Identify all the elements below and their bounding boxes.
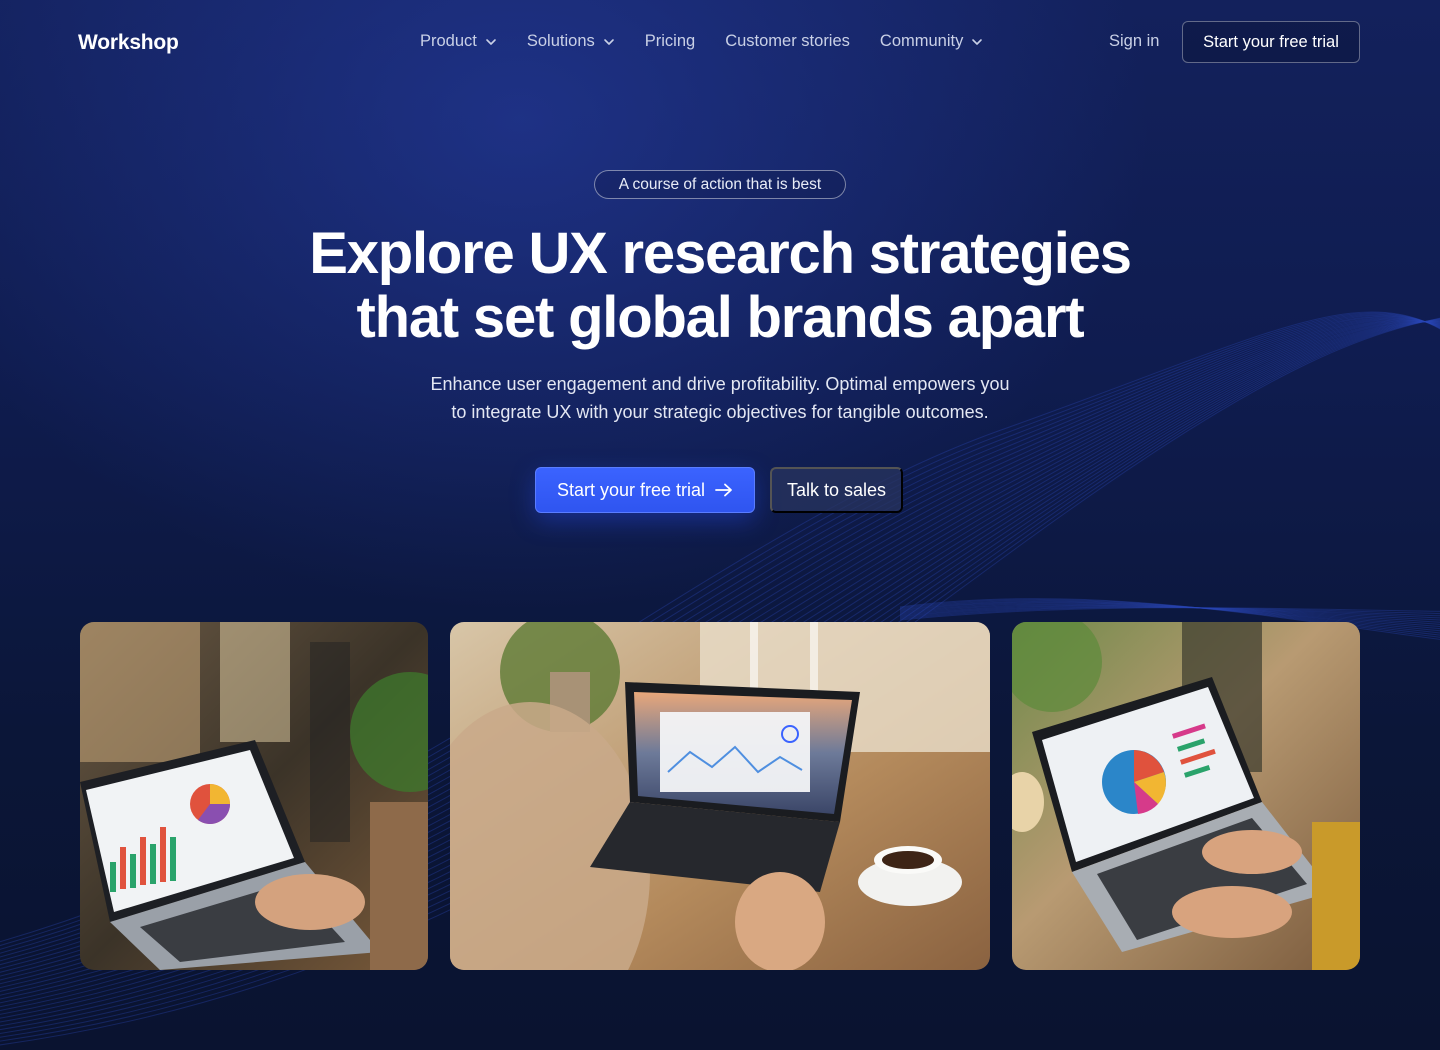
menu-item-label: Customer stories (725, 32, 850, 50)
photo-laptop-charts (80, 622, 428, 970)
photo-laptop-dashboard (450, 622, 990, 970)
hero-badge: A course of action that is best (594, 170, 846, 199)
wave-line (899, 607, 1440, 620)
button-label: Start your free trial (556, 479, 706, 500)
menu-item-customer-stories[interactable]: Customer stories (725, 32, 850, 51)
menu-item-label: Product (420, 32, 477, 50)
chevron-down-icon (603, 38, 614, 45)
chevron-down-icon (972, 38, 983, 45)
nav-start-trial-button[interactable]: Start your free trial (1182, 21, 1360, 63)
menu-item-product[interactable]: Product (420, 32, 497, 51)
subtext-line-2: to integrate UX with your strategic obje… (451, 402, 989, 422)
main-menu: Product Solutions Pricing Customer stori… (420, 32, 983, 51)
hero-start-trial-button[interactable]: Start your free trial (535, 467, 755, 513)
photo-laptop-pie-chart (1012, 622, 1360, 970)
menu-item-label: Solutions (526, 32, 595, 50)
wave-line (899, 607, 1440, 621)
headline-line-1: Explore UX research strategies (309, 221, 1132, 286)
hero-headline: Explore UX research strategies that set … (220, 222, 1220, 350)
subtext-line-1: Enhance user engagement and drive profit… (430, 374, 1010, 394)
menu-item-solutions[interactable]: Solutions (527, 32, 615, 51)
wave-line (899, 606, 1440, 619)
menu-item-label: Community (879, 32, 964, 50)
menu-item-label: Pricing (644, 32, 696, 50)
menu-item-pricing[interactable]: Pricing (645, 32, 695, 51)
talk-to-sales-button[interactable]: Talk to sales (770, 467, 903, 513)
top-navigation: Workshop Product Solutions Pricing Custo… (0, 0, 1440, 86)
workshop-logo[interactable]: Workshop (78, 31, 179, 55)
chevron-down-icon (486, 38, 496, 45)
wave-line (899, 606, 1440, 619)
arrow-right-icon (715, 483, 732, 497)
wave-line (899, 605, 1440, 621)
headline-line-2: that set global brands apart (356, 285, 1085, 350)
hero-subtext: Enhance user engagement and drive profit… (370, 370, 1070, 426)
menu-item-community[interactable]: Community (880, 32, 983, 51)
sign-in-link[interactable]: Sign in (1109, 32, 1159, 51)
